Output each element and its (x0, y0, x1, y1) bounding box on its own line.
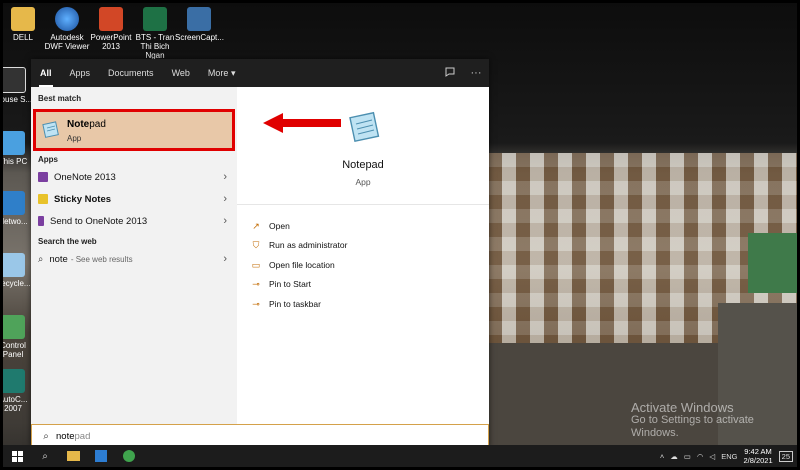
best-match-notepad[interactable]: Notepad App (33, 109, 235, 151)
wifi-icon[interactable]: ◠ (697, 452, 704, 461)
mouse-icon (3, 67, 26, 93)
annotation-arrow-icon (263, 113, 341, 133)
activate-windows-watermark: Activate Windows Go to Settings to activ… (631, 400, 754, 439)
powerpoint-icon (99, 7, 123, 31)
chevron-right-icon[interactable]: › (223, 171, 227, 183)
preview-divider (237, 204, 489, 205)
search-input[interactable]: notepad (56, 431, 90, 442)
recycle-bin-icon (3, 253, 25, 277)
network-icon (3, 191, 25, 215)
computer-icon (3, 131, 25, 155)
desktop-icon-screencapture[interactable]: ScreenCapt... (175, 7, 224, 42)
web-query: note (49, 253, 68, 265)
action-open[interactable]: ↗ Open (251, 216, 347, 236)
app-icon (123, 450, 135, 462)
language-indicator[interactable]: ENG (721, 452, 737, 461)
battery-icon[interactable]: ▭ (684, 452, 691, 461)
clock-time: 9:42 AM (744, 447, 772, 456)
best-match-title-rest: pad (89, 119, 106, 130)
action-pin-to-start[interactable]: ⊸ Pin to Start (251, 275, 347, 295)
results-list: Best match Notepad App Apps OneNote 2013… (31, 87, 237, 424)
desktop: Activate Windows Go to Settings to activ… (3, 3, 797, 467)
taskbar-search-button[interactable]: ⌕ (31, 445, 59, 467)
search-filter-tabs: All Apps Documents Web More ▾ ··· (31, 59, 489, 87)
desktop-icon-excel-file[interactable]: BTS - Tran Thi Bich Ngan (131, 7, 179, 60)
result-sticky-notes[interactable]: Sticky Notes › (31, 188, 237, 210)
result-preview-pane: Notepad App ↗ Open ⛉ Run as administrato… (237, 87, 489, 424)
excel-icon (143, 7, 167, 31)
chevron-right-icon[interactable]: › (223, 193, 227, 205)
desktop-icon-dell[interactable]: DELL (3, 7, 47, 42)
globe-icon (55, 7, 79, 31)
taskbar-app-3[interactable] (115, 445, 143, 467)
tab-more-label: More (207, 68, 229, 78)
pin-icon: ⊸ (252, 298, 260, 309)
result-label: OneNote 2013 (54, 171, 116, 183)
more-options-button[interactable]: ··· (463, 67, 489, 79)
volume-icon[interactable]: ◁ (709, 452, 715, 461)
start-button[interactable] (3, 445, 31, 467)
search-icon: ⌕ (43, 430, 49, 442)
search-icon: ⌕ (38, 253, 44, 265)
notification-icon[interactable]: 25 (778, 450, 793, 462)
notepad-icon (42, 121, 59, 138)
apps-heading: Apps (38, 155, 58, 164)
folder-icon (11, 7, 35, 31)
action-open-file-location[interactable]: ▭ Open file location (251, 255, 347, 275)
tab-more[interactable]: More ▾ (199, 59, 245, 87)
preview-title: Notepad (342, 159, 384, 171)
cloud-icon[interactable]: ☁ (670, 452, 678, 461)
chevron-right-icon[interactable]: › (223, 253, 227, 265)
desktop-icon-powerpoint[interactable]: PowerPoint 2013 (87, 7, 135, 51)
folder-icon (66, 451, 80, 461)
result-onenote-2013[interactable]: OneNote 2013 › (31, 166, 237, 188)
desktop-icon-dwf-viewer[interactable]: Autodesk DWF Viewer (43, 7, 91, 51)
start-menu-search-panel: All Apps Documents Web More ▾ ··· Best m… (31, 59, 489, 448)
tab-web[interactable]: Web (163, 59, 199, 87)
system-tray: ˄ ☁ ▭ ◠ ◁ ENG 9:42 AM 2/8/2021 25 (660, 447, 797, 465)
taskbar: ⌕ ˄ ☁ ▭ ◠ ◁ ENG 9:42 AM 2/8/2021 25 (3, 445, 797, 467)
tab-apps[interactable]: Apps (61, 59, 100, 87)
action-pin-to-taskbar[interactable]: ⊸ Pin to taskbar (251, 294, 347, 314)
web-query-suffix: - See web results (70, 254, 133, 264)
pin-icon: ⊸ (252, 279, 260, 290)
search-autocomplete-hint: pad (74, 430, 91, 442)
send-to-onenote-icon (38, 216, 44, 226)
search-web-heading: Search the web (38, 237, 97, 246)
action-run-as-administrator[interactable]: ⛉ Run as administrator (251, 236, 348, 256)
result-send-to-onenote[interactable]: Send to OneNote 2013 › (31, 210, 237, 232)
shield-icon: ⛉ (252, 240, 260, 251)
search-icon: ⌕ (42, 450, 48, 462)
result-label: Send to OneNote 2013 (50, 215, 148, 227)
sticky-notes-icon (38, 194, 48, 204)
app-icon (95, 450, 107, 462)
onenote-icon (38, 172, 48, 182)
result-label: Sticky Notes (54, 193, 112, 205)
clock-date: 2/8/2021 (743, 456, 773, 465)
chevron-up-icon[interactable]: ˄ (660, 452, 664, 461)
notepad-large-icon (349, 111, 380, 143)
desktop-wallpaper-tile (748, 233, 797, 293)
chevron-right-icon[interactable]: › (223, 215, 227, 227)
notification-count: 25 (781, 451, 790, 461)
taskbar-app-2[interactable] (87, 445, 115, 467)
open-icon: ↗ (252, 220, 260, 231)
preview-actions: ↗ Open ⛉ Run as administrator ▭ Open fil… (251, 216, 348, 314)
taskbar-file-explorer[interactable] (59, 445, 87, 467)
file-location-icon: ▭ (251, 259, 261, 270)
tab-documents[interactable]: Documents (99, 59, 163, 87)
search-typed-text: note (56, 430, 75, 442)
autocad-icon (3, 369, 25, 393)
preview-subtitle: App (355, 177, 371, 187)
best-match-subtitle: App (67, 134, 82, 143)
tab-all[interactable]: All (31, 59, 61, 87)
clock[interactable]: 9:42 AM 2/8/2021 (743, 447, 772, 465)
feedback-icon[interactable] (437, 66, 463, 81)
best-match-title-bold: Note (67, 119, 90, 130)
best-match-heading: Best match (38, 94, 82, 103)
web-result-note[interactable]: ⌕ note - See web results › (31, 248, 237, 270)
screen-capture-icon (187, 7, 211, 31)
control-panel-icon (3, 315, 25, 339)
chevron-down-icon: ▾ (230, 68, 236, 78)
